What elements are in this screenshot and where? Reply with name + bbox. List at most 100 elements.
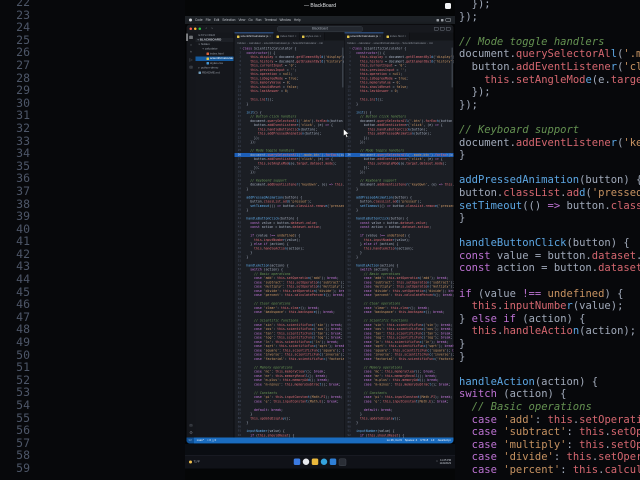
js-file-icon: [276, 35, 280, 38]
breadcrumb-item[interactable]: init: [319, 42, 323, 45]
editor-group-2: scientificCalculator.js × index.html × hidd…: [343, 32, 454, 438]
bg-code-line: this.handleAction(action);: [471, 325, 637, 338]
close-window-icon[interactable]: [189, 27, 192, 30]
close-tab-icon[interactable]: ×: [405, 35, 407, 38]
minimize-window-icon[interactable]: [194, 27, 197, 30]
bg-code-line: [459, 111, 640, 124]
bg-line-number: 32: [16, 120, 30, 135]
start-app-icon[interactable]: [293, 458, 301, 465]
search-icon[interactable]: [436, 18, 439, 22]
apple-logo-icon[interactable]: [189, 18, 192, 22]
menu-file[interactable]: File: [206, 18, 211, 22]
tray-date: 11/9/2023: [439, 462, 451, 465]
tab-bar: scientificCalculator.js × index.html ×: [344, 32, 454, 41]
explorer-app-icon[interactable]: [311, 458, 319, 465]
bg-code-line: button.addEventListener('click', (e) => …: [459, 60, 640, 73]
bg-code-line: handleAction(action) {: [459, 375, 599, 388]
breadcrumb-item[interactable]: scientificCalculator.js: [264, 42, 290, 45]
bg-line-number: 29: [16, 83, 30, 98]
tab-index.html[interactable]: index.html ×: [383, 32, 410, 41]
search-app-icon[interactable]: [302, 458, 310, 465]
command-center[interactable]: BlackBoard: [277, 26, 363, 32]
workspace-label: BLACKBOARD: [199, 38, 222, 42]
tab-scientificCalculator.js[interactable]: scientificCalculator.js ×: [344, 32, 384, 41]
tab-label: index.html: [389, 35, 404, 38]
html-file-icon: [206, 52, 209, 56]
weather-label: 71°F: [193, 460, 200, 464]
code-editor[interactable]: 1 class ScientificCalculator {2 construct…: [234, 47, 344, 438]
breadcrumb-item[interactable]: calculator: [359, 42, 371, 45]
tab-styles.css[interactable]: styles.css ×: [299, 32, 325, 41]
breadcrumb-item[interactable]: hidden: [238, 42, 246, 45]
tab-index.html[interactable]: index.html ×: [274, 32, 300, 41]
menu-go[interactable]: Go: [248, 18, 252, 22]
files-icon[interactable]: ▤: [187, 34, 196, 42]
control-center-icon[interactable]: [441, 18, 444, 22]
menu-help[interactable]: Help: [294, 18, 301, 22]
nav-back-icon[interactable]: ‹: [206, 26, 207, 31]
chevron-down-icon: ▾: [198, 42, 200, 46]
bg-line-number: 34: [16, 146, 30, 161]
close-tab-icon[interactable]: ×: [320, 35, 322, 38]
breadcrumb-item[interactable]: hidden: [347, 42, 355, 45]
vscode-app-icon[interactable]: [329, 458, 337, 465]
background-code: });}); // Mode toggle handlers document.qu…: [456, 0, 640, 480]
menu-run[interactable]: Run: [256, 18, 262, 22]
customize-layout-icon[interactable]: [446, 26, 451, 31]
tab-label: scientificCalculator.js: [350, 35, 379, 38]
browser-app-icon[interactable]: [320, 458, 328, 465]
bg-code-line: const value = button.dataset.value;: [459, 249, 640, 262]
status-item[interactable]: Spaces: 4: [405, 439, 417, 442]
menu-selection[interactable]: Selection: [222, 18, 235, 22]
extensions-icon[interactable]: ⊞: [187, 64, 196, 72]
menu-view[interactable]: View: [238, 18, 245, 22]
maximize-window-icon[interactable]: [198, 27, 201, 30]
status-item[interactable]: Ln 26, Col 9: [387, 439, 402, 442]
tab-label: index.html: [280, 35, 294, 38]
bg-code-line: if (value !== undefined) {: [459, 287, 624, 300]
toggle-panel-icon[interactable]: [434, 26, 439, 31]
search-icon[interactable]: ○: [187, 41, 196, 49]
tray-chevron-icon[interactable]: ^: [436, 461, 437, 464]
menu-edit[interactable]: Edit: [214, 18, 220, 22]
breadcrumb-item[interactable]: calculator: [249, 42, 261, 45]
terminal-app-icon[interactable]: [338, 458, 347, 466]
bg-code-line: this.setAngleMode(e.target.dataset.mode)…: [484, 73, 640, 86]
status-item[interactable]: JavaScript: [437, 439, 450, 442]
menu-code[interactable]: Code: [195, 18, 203, 22]
desktop-wallpaper: [185, 444, 455, 455]
status-item[interactable]: ○ 0 △ 0: [207, 439, 216, 442]
bg-line-number: 59: [16, 460, 30, 475]
settings-gear-icon[interactable]: ⚙: [187, 429, 196, 437]
weather-widget[interactable]: 71°F: [189, 460, 200, 464]
nav-forward-icon[interactable]: ›: [211, 26, 212, 31]
close-tab-icon[interactable]: ×: [295, 35, 297, 38]
source-control-icon[interactable]: ⑃: [187, 49, 196, 57]
code-editor[interactable]: 1 class ScientificCalculator {2 construct…: [344, 47, 454, 438]
bg-line-number: 44: [16, 272, 30, 287]
bg-code-line: } else if (action) {: [459, 312, 586, 325]
tab-scientificCalculator.js[interactable]: scientificCalculator.js ×: [234, 32, 275, 41]
breadcrumb-item[interactable]: init: [429, 42, 433, 45]
breadcrumb-item[interactable]: ScientificCalculator: [293, 42, 317, 45]
file-label: calculator: [204, 47, 218, 51]
file-README.md[interactable]: README.md: [196, 71, 234, 76]
close-tab-icon[interactable]: ×: [269, 35, 271, 38]
sun-icon: [189, 460, 192, 464]
status-item[interactable]: main*: [197, 439, 204, 442]
split-editor-icon[interactable]: [440, 26, 445, 31]
account-icon[interactable]: ◎: [187, 422, 196, 430]
run-debug-icon[interactable]: ▷: [187, 56, 196, 64]
window-title-bar[interactable]: ‹ › BlackBoard: [186, 24, 454, 33]
status-item[interactable]: UTF-8: [420, 439, 428, 442]
remote-indicator[interactable]: ><: [186, 437, 194, 444]
menu-terminal[interactable]: Terminal: [264, 18, 276, 22]
breadcrumb-item[interactable]: ScientificCalculator: [402, 42, 426, 45]
breadcrumb-item[interactable]: scientificCalculator.js: [374, 42, 400, 45]
scrollbar[interactable]: [451, 47, 453, 88]
menu-window[interactable]: Window: [280, 18, 291, 22]
clock[interactable]: 11:25 PM 11/9/2023: [440, 459, 451, 465]
close-tab-icon[interactable]: ×: [379, 35, 381, 38]
bg-code-line: [459, 162, 640, 175]
status-item[interactable]: LF: [431, 439, 434, 442]
